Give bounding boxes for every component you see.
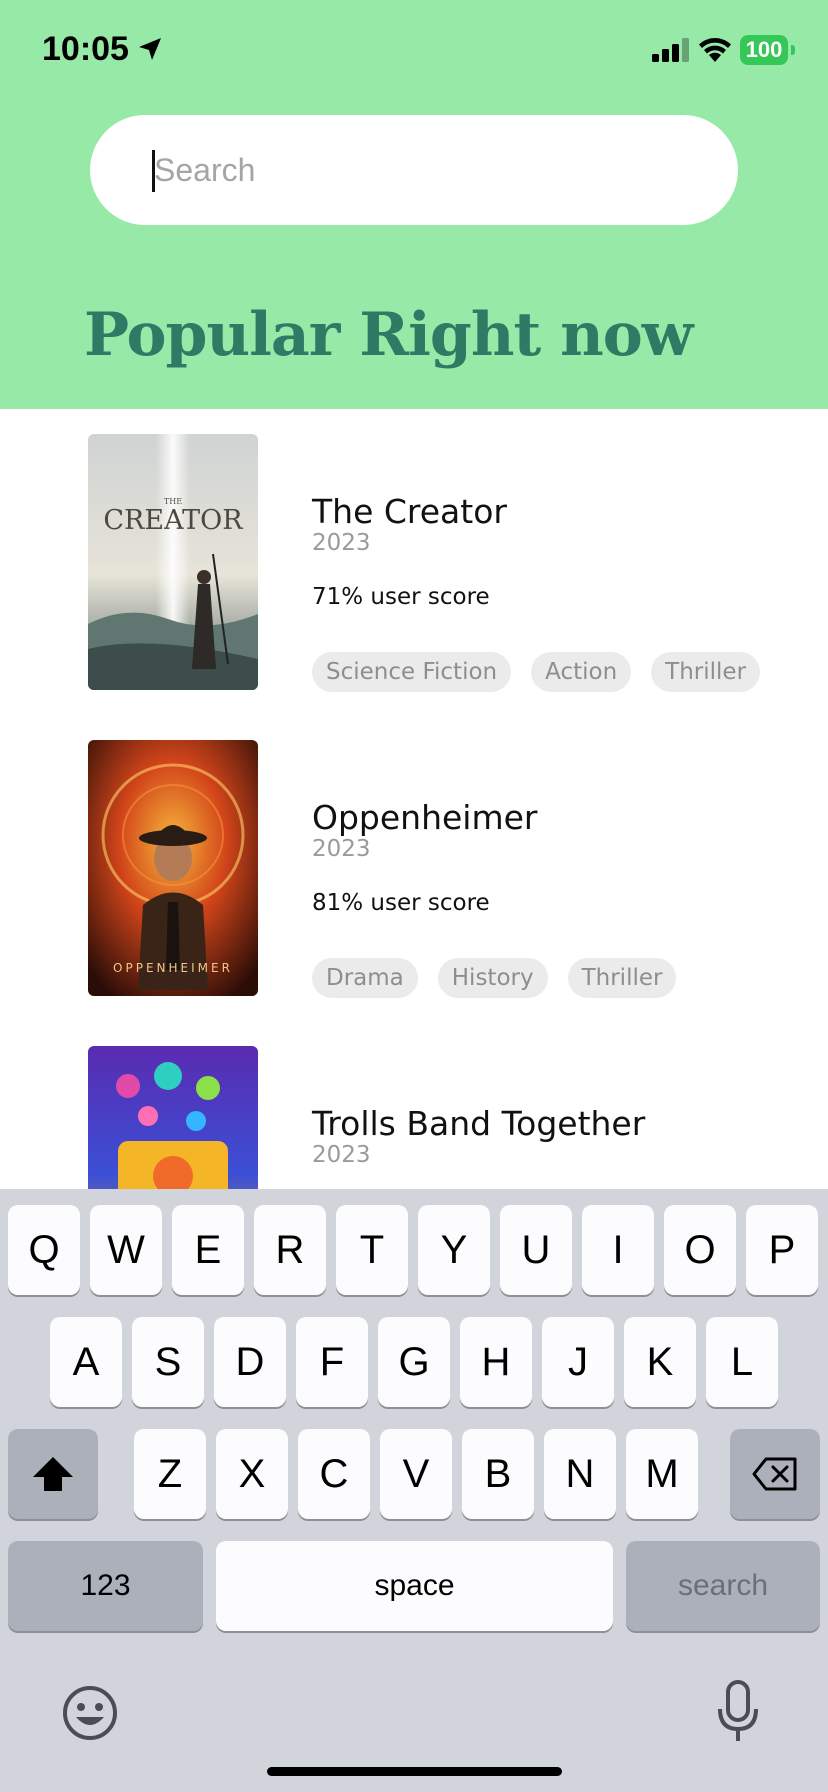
key-v[interactable]: V: [380, 1429, 452, 1519]
movie-score: 81% user score: [312, 890, 490, 916]
movie-year: 2023: [312, 530, 371, 556]
genre-tag[interactable]: Science Fiction: [312, 652, 512, 692]
wifi-icon: [699, 38, 731, 62]
key-i[interactable]: I: [582, 1205, 654, 1295]
key-o[interactable]: O: [664, 1205, 736, 1295]
genre-tag[interactable]: Drama: [312, 958, 418, 998]
key-h[interactable]: H: [460, 1317, 532, 1407]
key-g[interactable]: G: [378, 1317, 450, 1407]
home-indicator: [267, 1767, 562, 1776]
key-x[interactable]: X: [216, 1429, 288, 1519]
on-screen-keyboard: QWERTYUIOP ASDFGHJKL ZXCVBNM 123 space s…: [0, 1189, 828, 1792]
genre-tag[interactable]: Thriller: [567, 958, 677, 998]
key-k[interactable]: K: [624, 1317, 696, 1407]
key-c[interactable]: C: [298, 1429, 370, 1519]
backspace-key[interactable]: [730, 1429, 820, 1519]
delete-icon: [752, 1457, 797, 1491]
battery-cap: [791, 45, 795, 55]
signal-icon: [652, 38, 689, 62]
svg-text:CREATOR: CREATOR: [103, 505, 243, 536]
key-q[interactable]: Q: [8, 1205, 80, 1295]
movie-score: 71% user score: [312, 584, 490, 610]
shift-key[interactable]: [8, 1429, 98, 1519]
movie-card-oppenheimer[interactable]: OPPENHEIMER Oppenheimer 2023 81% user sc…: [0, 740, 828, 1000]
movie-poster[interactable]: THE CREATOR: [88, 434, 258, 690]
movie-title: The Creator: [312, 492, 507, 531]
section-title: Popular Right now: [84, 300, 693, 370]
key-d[interactable]: D: [214, 1317, 286, 1407]
key-a[interactable]: A: [50, 1317, 122, 1407]
key-w[interactable]: W: [90, 1205, 162, 1295]
key-z[interactable]: Z: [134, 1429, 206, 1519]
shift-arrow-icon: [33, 1457, 73, 1491]
emoji-icon[interactable]: [62, 1685, 118, 1741]
key-e[interactable]: E: [172, 1205, 244, 1295]
movie-title: Oppenheimer: [312, 798, 538, 837]
key-b[interactable]: B: [462, 1429, 534, 1519]
movie-year: 2023: [312, 1142, 371, 1168]
key-y[interactable]: Y: [418, 1205, 490, 1295]
location-arrow-icon: [139, 38, 161, 60]
microphone-icon[interactable]: [716, 1679, 760, 1745]
search-input[interactable]: [154, 115, 714, 225]
key-t[interactable]: T: [336, 1205, 408, 1295]
genre-tag[interactable]: Thriller: [651, 652, 761, 692]
key-r[interactable]: R: [254, 1205, 326, 1295]
battery-indicator: 100: [740, 35, 788, 65]
movie-card-the-creator[interactable]: THE CREATOR The Creator 2023 71% user sc…: [0, 434, 828, 694]
key-j[interactable]: J: [542, 1317, 614, 1407]
key-s[interactable]: S: [132, 1317, 204, 1407]
search-bar[interactable]: [90, 115, 738, 225]
movie-poster[interactable]: OPPENHEIMER: [88, 740, 258, 996]
space-key[interactable]: space: [216, 1541, 613, 1631]
key-f[interactable]: F: [296, 1317, 368, 1407]
header: 10:05 100 Popular Right now: [0, 0, 828, 409]
numbers-key[interactable]: 123: [8, 1541, 203, 1631]
key-n[interactable]: N: [544, 1429, 616, 1519]
svg-text:OPPENHEIMER: OPPENHEIMER: [113, 961, 233, 975]
genre-tag[interactable]: History: [437, 958, 548, 998]
key-m[interactable]: M: [626, 1429, 698, 1519]
key-l[interactable]: L: [706, 1317, 778, 1407]
genre-tag[interactable]: Action: [531, 652, 632, 692]
search-key[interactable]: search: [626, 1541, 820, 1631]
key-p[interactable]: P: [746, 1205, 818, 1295]
movie-year: 2023: [312, 836, 371, 862]
status-time: 10:05: [42, 30, 129, 68]
movie-title: Trolls Band Together: [312, 1104, 646, 1143]
key-u[interactable]: U: [500, 1205, 572, 1295]
